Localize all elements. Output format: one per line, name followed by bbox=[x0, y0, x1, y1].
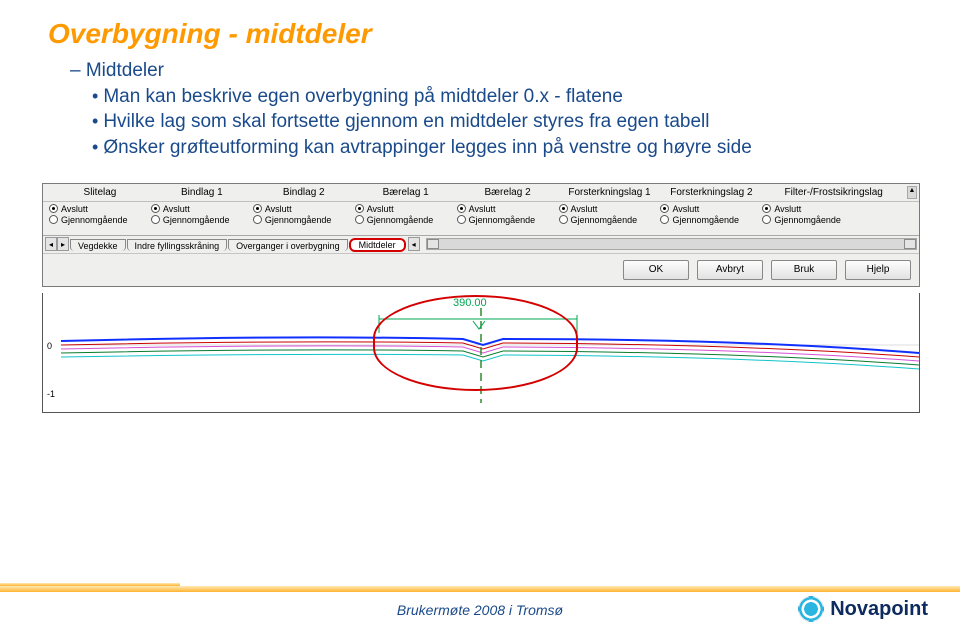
ok-button[interactable]: OK bbox=[623, 260, 689, 280]
radio-group: Avslutt Gjennomgående bbox=[762, 204, 905, 225]
col-header: Forsterkningslag 2 bbox=[660, 186, 762, 199]
dash-marker: – bbox=[70, 60, 86, 81]
radio-group: Avslutt Gjennomgående bbox=[151, 204, 253, 225]
radio-gjennom[interactable] bbox=[660, 215, 669, 224]
radio-label: Avslutt bbox=[469, 204, 496, 214]
logo-mark-icon bbox=[798, 596, 824, 622]
highlight-ellipse bbox=[373, 295, 578, 391]
radio-gjennom[interactable] bbox=[762, 215, 771, 224]
radio-label: Avslutt bbox=[163, 204, 190, 214]
col-header: Slitelag bbox=[49, 186, 151, 199]
radio-label: Gjennomgående bbox=[774, 215, 841, 225]
radio-label: Avslutt bbox=[265, 204, 292, 214]
radio-avslutt[interactable] bbox=[151, 204, 160, 213]
tab-overganger[interactable]: Overganger i overbygning bbox=[228, 239, 348, 251]
col-header: Bindlag 2 bbox=[253, 186, 355, 199]
radio-avslutt[interactable] bbox=[762, 204, 771, 213]
bullet-list: Man kan beskrive egen overbygning på mid… bbox=[70, 84, 960, 161]
dialog-buttons: OK Avbryt Bruk Hjelp bbox=[43, 253, 919, 286]
tab-scroll-prev[interactable]: ▸ bbox=[57, 237, 69, 251]
radio-label: Avslutt bbox=[672, 204, 699, 214]
radio-group: Avslutt Gjennomgående bbox=[253, 204, 355, 225]
radio-avslutt[interactable] bbox=[49, 204, 58, 213]
col-header: Filter-/Frostsikringslag bbox=[762, 186, 905, 199]
tab-scroll-next[interactable]: ◂ bbox=[408, 237, 420, 251]
bullet-item: Ønsker grøfteutforming kan avtrappinger … bbox=[92, 135, 960, 161]
novapoint-logo: Novapoint bbox=[798, 596, 928, 622]
radio-label: Gjennomgående bbox=[571, 215, 638, 225]
cross-section-drawing: 0 -1 390.00 bbox=[42, 293, 920, 413]
radio-gjennom[interactable] bbox=[253, 215, 262, 224]
radio-avslutt[interactable] bbox=[253, 204, 262, 213]
radio-group: Avslutt Gjennomgående bbox=[660, 204, 762, 225]
horizontal-scrollbar[interactable] bbox=[426, 238, 917, 250]
radio-label: Gjennomgående bbox=[672, 215, 739, 225]
radio-label: Avslutt bbox=[571, 204, 598, 214]
bullet-item: Man kan beskrive egen overbygning på mid… bbox=[92, 84, 960, 110]
col-header: Bindlag 1 bbox=[151, 186, 253, 199]
intro-word: Midtdeler bbox=[86, 60, 164, 81]
radio-row: Avslutt Gjennomgående Avslutt Gjennomgåe… bbox=[43, 202, 919, 235]
col-header: Bærelag 1 bbox=[355, 186, 457, 199]
footer-band bbox=[0, 586, 960, 592]
radio-label: Gjennomgående bbox=[163, 215, 230, 225]
slide-body: – Midtdeler Man kan beskrive egen overby… bbox=[0, 58, 960, 161]
radio-gjennom[interactable] bbox=[151, 215, 160, 224]
radio-avslutt[interactable] bbox=[660, 204, 669, 213]
col-header: Forsterkningslag 1 bbox=[559, 186, 661, 199]
measurement-label: 390.00 bbox=[453, 297, 487, 309]
radio-gjennom[interactable] bbox=[559, 215, 568, 224]
radio-gjennom[interactable] bbox=[457, 215, 466, 224]
radio-group: Avslutt Gjennomgående bbox=[49, 204, 151, 225]
settings-panel: Slitelag Bindlag 1 Bindlag 2 Bærelag 1 B… bbox=[42, 183, 920, 287]
radio-gjennom[interactable] bbox=[49, 215, 58, 224]
tab-indre-fylling[interactable]: Indre fyllingsskråning bbox=[127, 239, 228, 251]
radio-label: Avslutt bbox=[774, 204, 801, 214]
radio-avslutt[interactable] bbox=[355, 204, 364, 213]
slide-title: Overbygning - midtdeler bbox=[0, 0, 960, 58]
col-header: Bærelag 2 bbox=[457, 186, 559, 199]
help-button[interactable]: Hjelp bbox=[845, 260, 911, 280]
logo-wordmark: Novapoint bbox=[830, 598, 928, 621]
tab-bar: ◂ ▸ Vegdekke Indre fyllingsskråning Over… bbox=[43, 235, 919, 253]
radio-label: Gjennomgående bbox=[265, 215, 332, 225]
vertical-scrollbar[interactable]: ▲ bbox=[907, 186, 917, 199]
radio-gjennom[interactable] bbox=[355, 215, 364, 224]
tab-scroll-first[interactable]: ◂ bbox=[45, 237, 57, 251]
radio-label: Avslutt bbox=[61, 204, 88, 214]
apply-button[interactable]: Bruk bbox=[771, 260, 837, 280]
radio-avslutt[interactable] bbox=[559, 204, 568, 213]
tab-midtdeler[interactable]: Midtdeler bbox=[349, 238, 406, 252]
bullet-item: Hvilke lag som skal fortsette gjennom en… bbox=[92, 109, 960, 135]
column-header-row: Slitelag Bindlag 1 Bindlag 2 Bærelag 1 B… bbox=[43, 184, 919, 202]
radio-group: Avslutt Gjennomgående bbox=[355, 204, 457, 225]
radio-label: Gjennomgående bbox=[469, 215, 536, 225]
radio-label: Gjennomgående bbox=[61, 215, 128, 225]
radio-avslutt[interactable] bbox=[457, 204, 466, 213]
radio-label: Avslutt bbox=[367, 204, 394, 214]
radio-group: Avslutt Gjennomgående bbox=[457, 204, 559, 225]
radio-group: Avslutt Gjennomgående bbox=[559, 204, 661, 225]
cancel-button[interactable]: Avbryt bbox=[697, 260, 763, 280]
radio-label: Gjennomgående bbox=[367, 215, 434, 225]
tab-vegdekke[interactable]: Vegdekke bbox=[70, 239, 126, 251]
